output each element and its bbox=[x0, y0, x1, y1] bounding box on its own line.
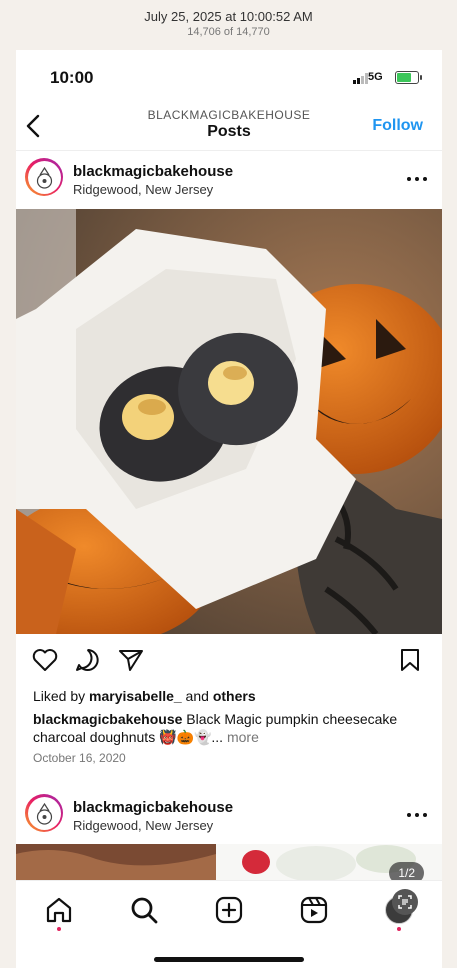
tab-bar bbox=[16, 880, 442, 968]
more-options-icon[interactable] bbox=[406, 812, 428, 818]
reels-icon[interactable] bbox=[299, 895, 329, 925]
bakery-logo-icon bbox=[36, 166, 52, 189]
search-icon[interactable] bbox=[129, 895, 159, 925]
post2-avatar[interactable] bbox=[25, 794, 63, 832]
likes-mid: and bbox=[181, 688, 213, 704]
likes-line: Liked by maryisabelle_ and others bbox=[33, 688, 256, 704]
network-label: 5G bbox=[368, 71, 383, 83]
liked-by-user[interactable]: maryisabelle_ bbox=[89, 688, 182, 704]
post-date: October 16, 2020 bbox=[33, 751, 126, 765]
home-icon[interactable] bbox=[44, 895, 74, 925]
more-link[interactable]: more bbox=[223, 729, 259, 745]
notification-dot bbox=[57, 927, 61, 931]
divider bbox=[16, 150, 442, 151]
viewer-date: July 25, 2025 at 10:00:52 AM bbox=[144, 9, 313, 24]
caption-username[interactable]: blackmagicbakehouse bbox=[33, 711, 182, 727]
phone-screen: 10:00 5G BLACKMAGICBAKEHOUSE Posts Follo… bbox=[16, 50, 442, 968]
post-avatar[interactable] bbox=[25, 158, 63, 196]
liked-by-others[interactable]: others bbox=[213, 688, 256, 704]
likes-prefix: Liked by bbox=[33, 688, 90, 704]
notification-dot bbox=[397, 927, 401, 931]
bookmark-icon[interactable] bbox=[399, 648, 421, 672]
viewer-count: 14,706 of 14,770 bbox=[187, 26, 270, 38]
create-icon[interactable] bbox=[214, 895, 244, 925]
post-username[interactable]: blackmagicbakehouse bbox=[73, 163, 233, 180]
status-time: 10:00 bbox=[50, 68, 94, 87]
post-caption: blackmagicbakehouse Black Magic pumpkin … bbox=[33, 710, 423, 746]
battery-icon bbox=[395, 71, 422, 84]
post-photo[interactable] bbox=[16, 209, 442, 634]
post2-location[interactable]: Ridgewood, New Jersey bbox=[73, 818, 213, 833]
comment-icon[interactable] bbox=[75, 648, 101, 672]
follow-button[interactable]: Follow bbox=[372, 117, 423, 135]
doughnut-photo bbox=[16, 209, 442, 634]
post-location[interactable]: Ridgewood, New Jersey bbox=[73, 182, 213, 197]
photo-viewer-header: July 25, 2025 at 10:00:52 AM 14,706 of 1… bbox=[0, 0, 457, 50]
more-options-icon[interactable] bbox=[406, 176, 428, 182]
scan-icon[interactable] bbox=[392, 889, 418, 915]
home-indicator[interactable] bbox=[154, 957, 304, 962]
send-icon[interactable] bbox=[118, 648, 144, 672]
post2-username[interactable]: blackmagicbakehouse bbox=[73, 799, 233, 816]
heart-icon[interactable] bbox=[32, 648, 58, 672]
bakery-logo-icon bbox=[36, 802, 52, 825]
